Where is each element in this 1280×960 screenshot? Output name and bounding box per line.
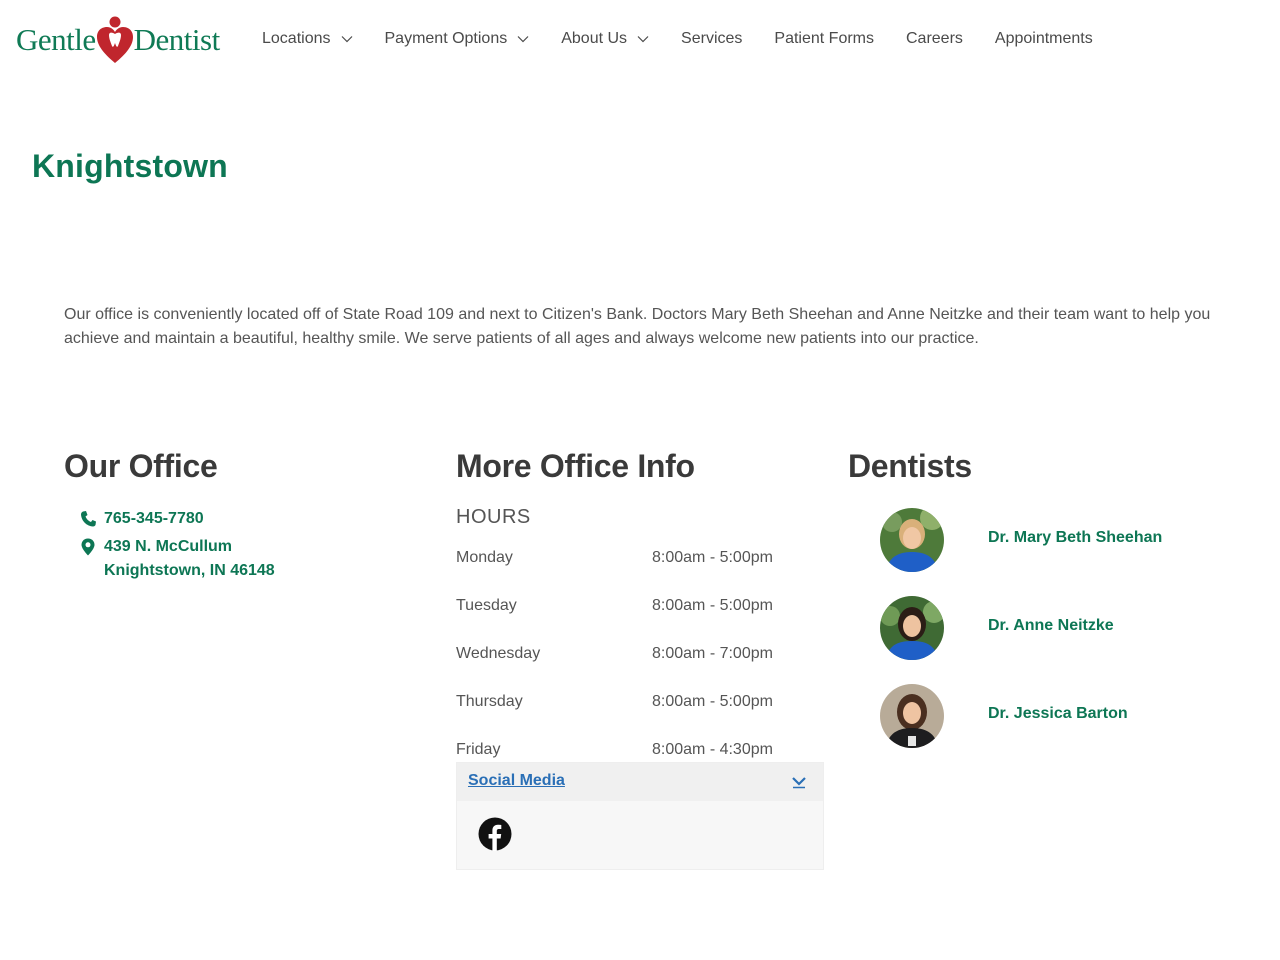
site-header: Gentle Dentist Locations Payment Options… (0, 0, 1280, 80)
hours-row: Wednesday 8:00am - 7:00pm (456, 645, 786, 669)
nav-item-label: About Us (561, 30, 628, 47)
hours-heading: HOURS (456, 506, 531, 528)
phone-number-link[interactable]: 765-345-7780 (104, 507, 204, 531)
nav-item-appointments[interactable]: Appointments (995, 27, 1093, 51)
nav-item-label: Locations (262, 30, 331, 47)
chevron-down-icon (341, 36, 352, 43)
hours-row: Monday 8:00am - 5:00pm (456, 549, 786, 573)
address-line-2: Knightstown, IN 46148 (104, 562, 275, 579)
nav-item-label: Careers (906, 30, 963, 47)
chevron-down-icon (517, 36, 529, 43)
phone-icon (81, 511, 96, 527)
hours-time: 8:00am - 5:00pm (652, 597, 773, 614)
hours-time: 8:00am - 7:00pm (652, 645, 773, 662)
dentist-avatar[interactable] (880, 508, 944, 572)
our-office-heading: Our Office (64, 448, 218, 484)
hours-day: Friday (456, 741, 501, 758)
address-line-1: 439 N. McCullum (104, 538, 233, 555)
logo-text-left: Gentle (16, 22, 96, 57)
nav-item-services[interactable]: Services (681, 27, 742, 51)
social-media-toggle[interactable]: Social Media (457, 763, 823, 801)
dentist-avatar[interactable] (880, 684, 944, 748)
dentist-name-link[interactable]: Dr. Mary Beth Sheehan (988, 529, 1162, 547)
social-media-panel: Social Media (456, 762, 824, 870)
dentists-heading: Dentists (848, 448, 972, 484)
facebook-icon[interactable] (478, 817, 512, 851)
hours-day: Thursday (456, 693, 523, 710)
nav-item-careers[interactable]: Careers (906, 27, 963, 51)
hours-row: Tuesday 8:00am - 5:00pm (456, 597, 786, 621)
nav-item-label: Patient Forms (774, 30, 874, 47)
chevron-down-icon (792, 777, 806, 789)
heart-tooth-logo-icon (96, 16, 133, 63)
office-phone[interactable]: 765-345-7780 (80, 507, 204, 531)
map-pin-icon (81, 538, 95, 556)
dentist-name-link[interactable]: Dr. Jessica Barton (988, 705, 1128, 723)
dentist-avatar[interactable] (880, 596, 944, 660)
hours-day: Tuesday (456, 597, 517, 614)
dentist-card: Dr. Jessica Barton (880, 684, 1220, 748)
nav-item-payment-options[interactable]: Payment Options (385, 27, 530, 51)
hours-time: 8:00am - 4:30pm (652, 741, 773, 758)
dentist-photo (880, 596, 944, 660)
office-address[interactable]: 439 N. McCullum Knightstown, IN 46148 (80, 535, 275, 583)
dentist-photo (880, 508, 944, 572)
social-media-title[interactable]: Social Media (468, 772, 565, 790)
dentist-photo (880, 684, 944, 748)
hours-time: 8:00am - 5:00pm (652, 549, 773, 566)
gentle-dentist-logo[interactable]: Gentle Dentist (16, 12, 220, 68)
dentist-card: Dr. Mary Beth Sheehan (880, 508, 1220, 572)
hours-time: 8:00am - 5:00pm (652, 693, 773, 710)
nav-item-label: Payment Options (384, 30, 508, 47)
nav-item-about-us[interactable]: About Us (561, 27, 649, 51)
chevron-down-icon (637, 36, 649, 43)
nav-item-label: Appointments (994, 30, 1093, 47)
intro-paragraph: Our office is conveniently located off o… (64, 306, 1211, 347)
address-text[interactable]: 439 N. McCullum Knightstown, IN 46148 (104, 535, 275, 583)
main-nav: Locations Payment Options About Us Servi… (262, 27, 1125, 51)
dentist-name-link[interactable]: Dr. Anne Neitzke (988, 617, 1114, 635)
logo-text-right: Dentist (133, 22, 221, 57)
hours-day: Wednesday (456, 645, 541, 662)
dentist-card: Dr. Anne Neitzke (880, 596, 1220, 660)
nav-item-patient-forms[interactable]: Patient Forms (774, 27, 874, 51)
nav-item-label: Services (681, 30, 743, 47)
hours-row: Thursday 8:00am - 5:00pm (456, 693, 786, 717)
page-title: Knightstown (32, 148, 228, 184)
nav-item-locations[interactable]: Locations (262, 27, 353, 51)
more-office-info-heading: More Office Info (456, 448, 695, 484)
hours-day: Monday (456, 549, 513, 566)
